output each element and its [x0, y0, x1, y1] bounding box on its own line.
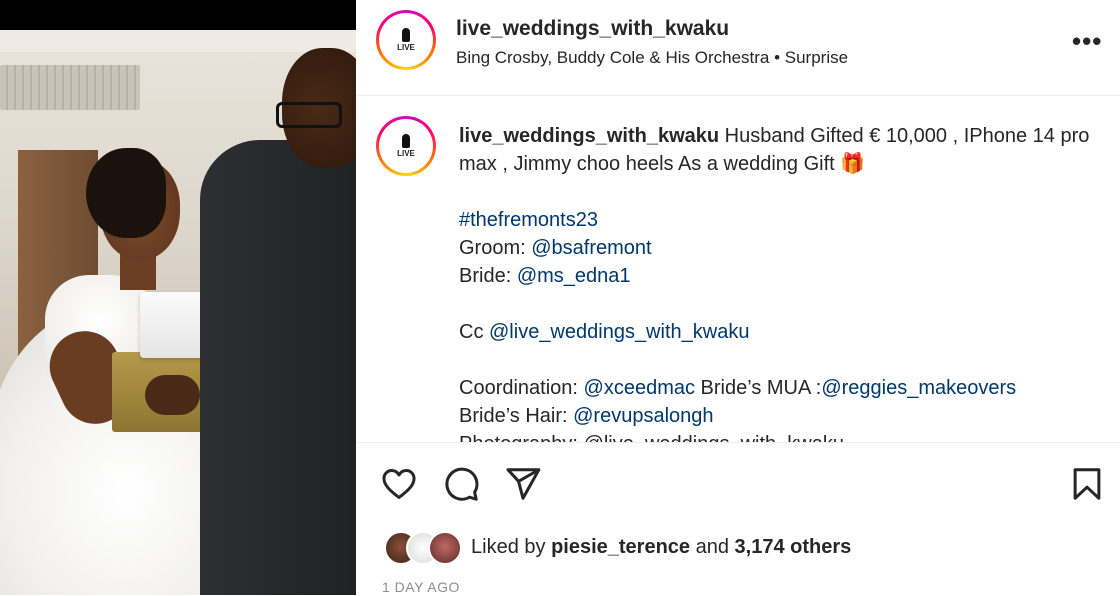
mua-mention[interactable]: @reggies_makeovers: [821, 377, 1016, 399]
post-media[interactable]: [0, 0, 356, 595]
caption-avatar[interactable]: LIVE: [376, 116, 436, 176]
wall-vent: [0, 65, 140, 110]
coordination-label: Coordination:: [459, 377, 584, 399]
hair-label: Bride’s Hair:: [459, 405, 574, 427]
likes-text: Liked by piesie_terence and 3,174 others: [471, 536, 851, 559]
cc-label: Cc: [459, 321, 489, 343]
live-logo: LIVE: [379, 119, 433, 173]
live-logo: LIVE: [379, 13, 433, 67]
more-options-button[interactable]: •••: [1072, 26, 1102, 57]
post-timestamp[interactable]: 1 DAY AGO: [382, 579, 460, 595]
groom-hand: [145, 375, 200, 415]
ceiling: [0, 30, 356, 52]
avatar-logo-text: LIVE: [397, 149, 415, 158]
post-username[interactable]: live_weddings_with_kwaku: [456, 17, 729, 41]
bride-hair: [86, 148, 166, 238]
comment-icon[interactable]: [442, 465, 480, 503]
post-details-panel: LIVE live_weddings_with_kwaku Bing Crosb…: [356, 0, 1120, 595]
groom-mention[interactable]: @bsafremont: [531, 237, 651, 259]
liker-username[interactable]: piesie_terence: [551, 536, 690, 558]
groom-label: Groom:: [459, 237, 532, 259]
hair-mention[interactable]: @revupsalongh: [573, 405, 713, 427]
paper-plane-icon[interactable]: [504, 465, 542, 503]
caption-cut-line: Photography: @live_weddings_with_kwaku: [459, 430, 1099, 442]
wedding-photo: [0, 30, 356, 595]
likes-count[interactable]: 3,174 others: [735, 536, 852, 558]
heart-icon[interactable]: [380, 465, 418, 503]
post-header: LIVE live_weddings_with_kwaku Bing Crosb…: [356, 0, 1120, 96]
liker-avatar[interactable]: [428, 531, 462, 565]
caption-area[interactable]: LIVE live_weddings_with_kwaku Husband Gi…: [356, 96, 1120, 442]
caption-text: live_weddings_with_kwaku Husband Gifted …: [459, 122, 1099, 442]
groom-suit: [200, 140, 356, 595]
coordination-mention[interactable]: @xceedmac: [584, 377, 695, 399]
bride-label: Bride:: [459, 265, 517, 287]
likes-summary[interactable]: Liked by piesie_terence and 3,174 others: [384, 531, 1104, 565]
avatar-logo-text: LIVE: [397, 43, 415, 52]
liked-by-label: Liked by: [471, 536, 552, 558]
bride-mention[interactable]: @ms_edna1: [517, 265, 631, 287]
audio-track[interactable]: Bing Crosby, Buddy Cole & His Orchestra …: [456, 48, 848, 68]
caption-username[interactable]: live_weddings_with_kwaku: [459, 125, 719, 147]
mua-label: Bride’s MUA :: [695, 377, 822, 399]
media-top-bar: [0, 0, 356, 30]
action-bar: Liked by piesie_terence and 3,174 others…: [356, 442, 1120, 596]
likes-and-label: and: [690, 536, 735, 558]
bookmark-icon[interactable]: [1068, 465, 1106, 503]
profile-avatar[interactable]: LIVE: [376, 10, 436, 70]
groom-glasses: [276, 102, 342, 128]
cc-mention[interactable]: @live_weddings_with_kwaku: [489, 321, 749, 343]
hashtag-link[interactable]: #thefremonts23: [459, 209, 598, 231]
